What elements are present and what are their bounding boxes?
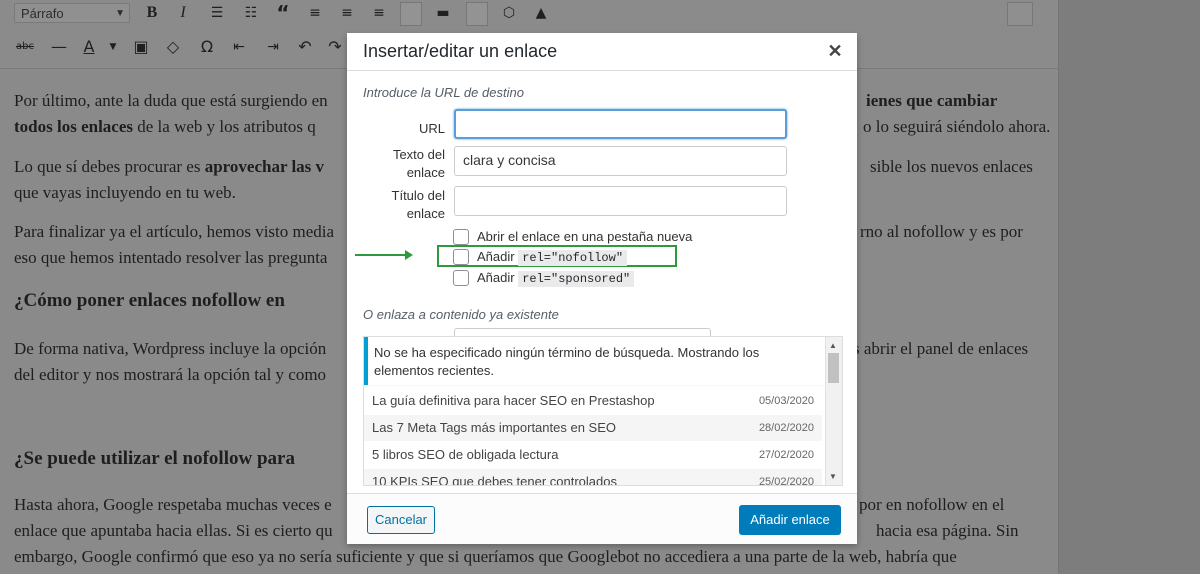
paragraph-text: Para finalizar ya el artículo, hemos vis… (14, 222, 335, 241)
cancel-button[interactable]: Cancelar (367, 506, 435, 534)
plugin-2-icon[interactable]: ▲ (530, 2, 552, 24)
blockquote-icon[interactable]: “ (272, 2, 294, 24)
link-title-label: Título del enlace (391, 188, 445, 221)
format-select-value: Párrafo (21, 6, 64, 21)
numbered-list-icon[interactable]: ☷ (240, 2, 262, 24)
dialog-header: Insertar/editar un enlace ✕ (347, 33, 857, 71)
chevron-down-icon: ▼ (115, 8, 125, 19)
link-dialog: Insertar/editar un enlace ✕ Introduce la… (347, 33, 857, 544)
dialog-title: Insertar/editar un enlace (363, 41, 558, 61)
align-right-icon[interactable]: ≡ (368, 2, 390, 24)
chevron-down-icon[interactable]: ▼ (102, 36, 124, 58)
paragraph-text: que vayas incluyendo en tu web. (14, 183, 236, 202)
horizontal-line-icon[interactable]: — (48, 36, 70, 58)
add-link-button[interactable]: Añadir enlace (739, 505, 841, 535)
read-more-icon[interactable]: ▬ (432, 2, 454, 24)
fullscreen-icon[interactable] (1007, 2, 1033, 26)
paragraph-text: De forma nativa, Wordpress incluye la op… (14, 339, 327, 358)
open-new-tab-checkbox[interactable] (453, 229, 469, 245)
paragraph-text: Hasta ahora, Google respetaba muchas vec… (14, 495, 332, 514)
italic-icon[interactable]: I (172, 2, 194, 24)
paragraph-text: todos los enlaces (14, 117, 133, 136)
nofollow-checkbox[interactable] (453, 249, 469, 265)
clear-formatting-icon[interactable]: ◇ (162, 36, 184, 58)
toolbar-toggle-icon[interactable] (466, 2, 488, 26)
scroll-up-icon[interactable]: ▲ (829, 341, 837, 350)
scroll-down-icon[interactable]: ▼ (829, 472, 837, 481)
paragraph-text: enlace que apuntaba hacia ellas. Si es c… (14, 521, 333, 540)
existing-content-label: O enlaza a contenido ya existente (363, 307, 559, 322)
plugin-icon[interactable]: ⬡ (498, 2, 520, 24)
bullet-list-icon[interactable]: ☰ (206, 2, 228, 24)
url-section-label: Introduce la URL de destino (363, 85, 524, 100)
paragraph-text: de la web y los atributos q (133, 117, 316, 136)
redo-icon[interactable]: ↷ (324, 36, 346, 58)
list-item[interactable]: 10 KPIs SEO que debes tener controlados … (364, 469, 822, 485)
toolbar-row-1: Párrafo ▼ B I ☰ ☷ “ ≡ ≡ ≡ ▬ ⬡ ▲ (0, 0, 1058, 30)
paragraph-text: rno al nofollow y es por (860, 222, 1023, 241)
special-character-icon[interactable]: Ω (196, 36, 218, 58)
link-text-label: Texto del enlace (392, 147, 445, 180)
link-text-input[interactable]: clara y concisa (454, 146, 787, 176)
paragraph-text: s abrir el panel de enlaces (853, 339, 1029, 358)
link-title-input[interactable] (454, 186, 787, 216)
paragraph-text: embargo, Google confirmó que eso ya no s… (14, 547, 957, 566)
list-item[interactable]: La guía definitiva para hacer SEO en Pre… (364, 388, 822, 414)
paragraph-text: aprovechar las v (204, 157, 325, 176)
url-label: URL (418, 121, 445, 136)
link-text-value: clara y concisa (463, 152, 556, 168)
paragraph-text: ienes que cambiar (866, 91, 998, 110)
undo-icon[interactable]: ↶ (294, 36, 316, 58)
text-color-icon[interactable]: A (78, 36, 100, 58)
paragraph-text: Por último, ante la duda que está surgie… (14, 91, 328, 110)
close-icon[interactable]: ✕ (825, 41, 845, 61)
sponsored-checkbox[interactable] (453, 270, 469, 286)
list-item[interactable]: Las 7 Meta Tags más importantes en SEO 2… (364, 415, 822, 441)
dialog-footer: Cancelar Añadir enlace (347, 493, 857, 544)
results-notice: No se ha especificado ningún término de … (364, 337, 826, 385)
paste-text-icon[interactable]: ▣ (130, 36, 152, 58)
format-select[interactable]: Párrafo ▼ (14, 3, 130, 23)
editor-sidebar (1058, 0, 1200, 574)
nofollow-label: Añadir rel="nofollow" (477, 247, 628, 268)
scrollbar[interactable]: ▲ ▼ (825, 337, 842, 485)
scroll-thumb[interactable] (828, 353, 839, 383)
outdent-icon[interactable]: ⇤ (228, 36, 250, 58)
sponsored-label: Añadir rel="sponsored" (477, 268, 635, 289)
arrow-indicator (355, 254, 409, 256)
indent-icon[interactable]: ⇥ (262, 36, 284, 58)
link-icon[interactable] (400, 2, 422, 26)
url-input[interactable] (454, 109, 787, 139)
bold-icon[interactable]: B (141, 2, 163, 24)
paragraph: embargo, Google confirmó que eso ya no s… (14, 544, 1044, 570)
open-new-tab-label: Abrir el enlace en una pestaña nueva (477, 229, 693, 244)
paragraph-text: eso que hemos intentado resolver las pre… (14, 248, 328, 267)
list-item[interactable]: 5 libros SEO de obligada lectura 27/02/2… (364, 442, 822, 468)
paragraph-text: sible los nuevos enlaces (870, 157, 1033, 176)
results-list[interactable]: No se ha especificado ningún término de … (363, 336, 843, 486)
strikethrough-icon[interactable]: abc (14, 36, 36, 58)
paragraph-text: Lo que sí debes procurar es (14, 157, 205, 176)
paragraph-text: o lo seguirá siéndolo ahora. (863, 117, 1051, 136)
align-center-icon[interactable]: ≡ (336, 2, 358, 24)
paragraph-text: por en nofollow en el (859, 495, 1005, 514)
paragraph-text: del editor y nos mostrará la opción tal … (14, 365, 327, 384)
align-left-icon[interactable]: ≡ (304, 2, 326, 24)
arrow-head (405, 250, 413, 260)
heading: ¿Se puede utilizar el nofollow para (14, 448, 295, 469)
heading: ¿Cómo poner enlaces nofollow en (14, 290, 285, 311)
paragraph-text: hacia esa página. Sin (876, 521, 1019, 540)
